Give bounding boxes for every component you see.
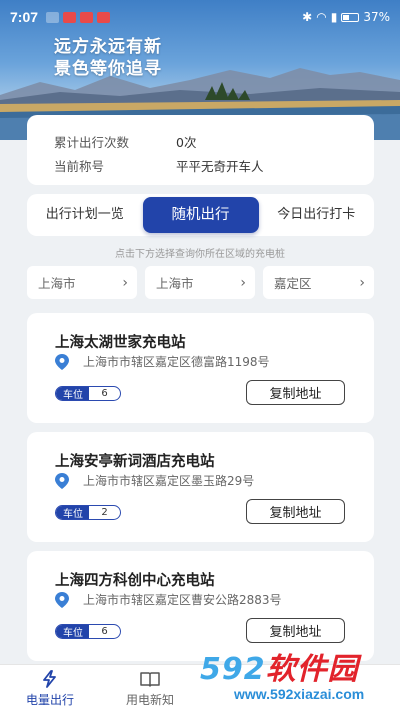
status-time: 7:07 (10, 9, 39, 25)
tab-daily-checkin[interactable]: 今日出行打卡 (259, 197, 375, 233)
app-icon (46, 11, 60, 23)
notification-icons (46, 11, 111, 23)
location-pin-icon (55, 591, 69, 608)
slogan-line-2: 景色等你追寻 (54, 59, 162, 79)
copy-address-button[interactable]: 复制地址 (246, 499, 345, 524)
station-name: 上海四方科创中心充电站 (55, 573, 215, 589)
battery-level: 37% (363, 10, 390, 24)
signal-icon: ▮ (330, 10, 338, 24)
station-card: 上海太湖世家充电站 上海市市辖区嘉定区德富路1198号 车位 6 复制地址 (27, 313, 374, 423)
station-address: 上海市市辖区嘉定区曹安公路2883号 (83, 593, 282, 607)
title-row: 当前称号 平平无奇开车人 (54, 153, 374, 177)
book-icon (140, 672, 160, 687)
trip-count-label: 累计出行次数 (54, 134, 130, 150)
tab-random-trip[interactable]: 随机出行 (142, 197, 259, 233)
slot-label: 车位 (56, 387, 89, 400)
district-selector[interactable]: 嘉定区 › (263, 266, 374, 299)
app-icon (63, 11, 77, 23)
slot-label: 车位 (56, 625, 89, 638)
lightning-icon (43, 670, 56, 688)
app-icon (80, 11, 94, 23)
status-bar: 7:07 ✱ ◠ ▮ 37% (0, 0, 400, 34)
nav-item-electric-trip[interactable]: 电量出行 (0, 665, 100, 711)
slot-count: 2 (101, 507, 108, 518)
station-card: 上海安亭新词酒店充电站 上海市市辖区嘉定区墨玉路29号 车位 2 复制地址 (27, 432, 374, 542)
trip-count-value: 0次 (176, 134, 197, 150)
province-value: 上海市 (38, 276, 76, 291)
station-address-row: 上海市市辖区嘉定区墨玉路29号 (55, 472, 254, 489)
slot-count: 6 (101, 388, 108, 399)
watermark-logo: 592软件园 www.592xiazai.com (196, 640, 400, 711)
stats-card: 累计出行次数 0次 当前称号 平平无奇开车人 (27, 115, 374, 185)
watermark-text: 软件园 (265, 652, 359, 687)
bluetooth-icon: ✱ (302, 10, 313, 24)
hero-slogan: 远方永远有新 景色等你追寻 (54, 36, 162, 80)
station-name: 上海安亭新词酒店充电站 (55, 454, 215, 470)
station-address-row: 上海市市辖区嘉定区曹安公路2883号 (55, 591, 282, 608)
wifi-icon: ◠ (316, 10, 327, 24)
trip-tabs: 出行计划一览 随机出行 今日出行打卡 (27, 194, 374, 236)
nav-item-power-knowledge[interactable]: 用电新知 (100, 665, 200, 711)
region-hint: 点击下方选择查询你所在区域的充电桩 (115, 249, 285, 260)
trip-count-row: 累计出行次数 0次 (54, 129, 374, 153)
app-icon (97, 11, 111, 23)
nav-label: 电量出行 (25, 693, 74, 707)
copy-address-button[interactable]: 复制地址 (246, 380, 345, 405)
chevron-right-icon: › (122, 274, 128, 291)
watermark-title: 592软件园 (200, 644, 359, 688)
slogan-line-1: 远方永远有新 (54, 37, 162, 57)
chevron-right-icon: › (359, 274, 365, 291)
watermark-number: 592 (200, 652, 266, 687)
district-value: 嘉定区 (274, 276, 312, 291)
chevron-right-icon: › (240, 274, 246, 291)
battery-icon (341, 12, 360, 22)
parking-slot-badge: 车位 2 (55, 505, 121, 520)
slot-count: 6 (101, 626, 108, 637)
province-selector[interactable]: 上海市 › (27, 266, 137, 299)
status-right: ✱ ◠ ▮ 37% (302, 10, 390, 24)
parking-slot-badge: 车位 6 (55, 624, 121, 639)
title-label: 当前称号 (54, 158, 105, 174)
watermark-url: www.592xiazai.com (232, 686, 367, 702)
station-address: 上海市市辖区嘉定区德富路1198号 (83, 355, 270, 369)
location-pin-icon (55, 472, 69, 489)
slot-label: 车位 (56, 506, 89, 519)
location-pin-icon (55, 353, 69, 370)
station-address: 上海市市辖区嘉定区墨玉路29号 (83, 474, 255, 488)
title-value: 平平无奇开车人 (176, 158, 264, 174)
station-address-row: 上海市市辖区嘉定区德富路1198号 (55, 353, 270, 370)
station-name: 上海太湖世家充电站 (55, 335, 186, 351)
tab-trip-plan[interactable]: 出行计划一览 (27, 197, 143, 233)
city-selector[interactable]: 上海市 › (145, 266, 255, 299)
nav-label: 用电新知 (125, 693, 174, 707)
city-value: 上海市 (156, 276, 194, 291)
parking-slot-badge: 车位 6 (55, 386, 121, 401)
